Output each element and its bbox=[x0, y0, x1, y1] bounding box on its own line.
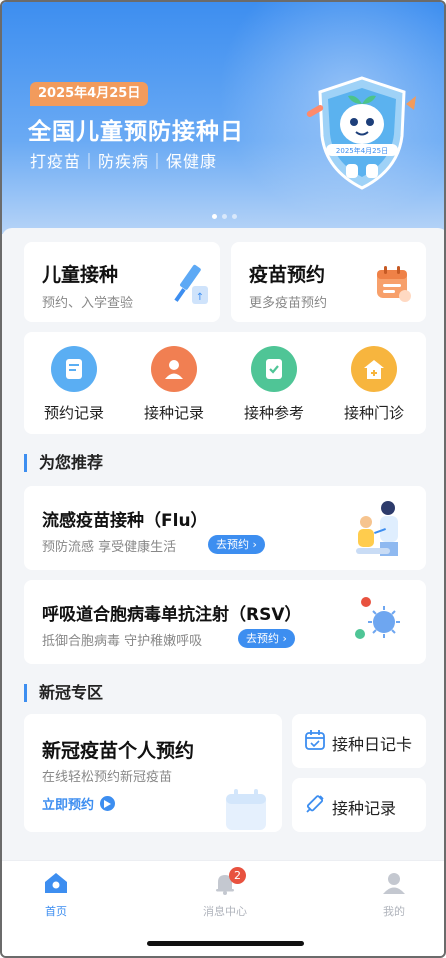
covid-vaccination-record-label: 接种记录 bbox=[332, 799, 397, 818]
syringe-outline-icon bbox=[306, 795, 324, 813]
covid-vaccination-record-card[interactable]: 接种记录 bbox=[292, 778, 426, 832]
clinic-icon bbox=[351, 346, 397, 392]
grid-item-vaccination-records[interactable]: 接种记录 bbox=[124, 346, 224, 426]
promo-banner[interactable]: 2025年4月25日 全国儿童预防接种日 打疫苗｜防疾病｜保健康 2025年4月… bbox=[2, 2, 444, 234]
rsv-title: 呼吸道合胞病毒单抗注射（RSV） bbox=[42, 605, 302, 625]
grid-label: 接种门诊 bbox=[343, 404, 404, 422]
tab-home[interactable]: 首页 bbox=[16, 871, 96, 919]
doctor-child-illustration bbox=[356, 501, 398, 556]
home-indicator[interactable] bbox=[147, 941, 304, 946]
play-icon bbox=[100, 796, 116, 811]
rsv-book-button[interactable]: 去预约 › bbox=[238, 629, 295, 648]
vaccine-appointment-subtitle: 更多疫苗预约 bbox=[249, 296, 328, 311]
syringe-icon: ↑ bbox=[174, 264, 208, 304]
tab-messages-label: 消息中心 bbox=[203, 905, 247, 918]
tab-mine-label: 我的 bbox=[383, 905, 405, 918]
flu-title: 流感疫苗接种（Flu） bbox=[42, 511, 208, 531]
vaccine-appointment-card[interactable]: 疫苗预约 更多疫苗预约 bbox=[231, 242, 426, 322]
flu-subtitle: 预防流感 享受健康生活 bbox=[42, 540, 177, 555]
banner-dot bbox=[232, 214, 237, 219]
covid-section-title: 新冠专区 bbox=[24, 684, 103, 702]
covid-book-link[interactable]: 立即预约 bbox=[42, 794, 116, 813]
tab-mine[interactable]: 我的 bbox=[354, 871, 434, 919]
recommend-section-title: 为您推荐 bbox=[24, 454, 103, 472]
covid-appointment-title: 新冠疫苗个人预约 bbox=[42, 740, 195, 762]
vaccination-diary-label: 接种日记卡 bbox=[332, 735, 413, 754]
vaccine-mascot-illustration: 2025年4月25日 bbox=[306, 76, 416, 190]
calendar-icon bbox=[377, 266, 411, 302]
tab-home-label: 首页 bbox=[45, 905, 67, 918]
covid-book-link-label: 立即预约 bbox=[42, 798, 95, 813]
diary-calendar-icon bbox=[305, 730, 325, 750]
person-icon bbox=[151, 346, 197, 392]
vaccination-diary-card[interactable]: 接种日记卡 bbox=[292, 714, 426, 768]
grid-label: 预约记录 bbox=[43, 404, 104, 422]
app-frame: 2025年4月25日 全国儿童预防接种日 打疫苗｜防疾病｜保健康 2025年4月… bbox=[0, 0, 446, 958]
profile-icon bbox=[383, 873, 405, 894]
child-vaccination-title: 儿童接种 bbox=[42, 264, 119, 286]
banner-title: 全国儿童预防接种日 bbox=[28, 119, 244, 145]
messages-badge: 2 bbox=[229, 867, 246, 884]
banner-subtitle: 打疫苗｜防疾病｜保健康 bbox=[30, 152, 218, 171]
virus-illustration bbox=[355, 597, 400, 639]
grid-item-vaccination-reference[interactable]: 接种参考 bbox=[224, 346, 324, 426]
grid-label: 接种记录 bbox=[143, 404, 204, 422]
tab-messages[interactable]: 2 消息中心 bbox=[185, 867, 265, 919]
checklist-icon bbox=[251, 346, 297, 392]
covid-appointment-card[interactable]: 新冠疫苗个人预约 在线轻松预约新冠疫苗 立即预约 bbox=[24, 714, 282, 832]
flu-book-button[interactable]: 去预约 › bbox=[208, 535, 265, 554]
vaccine-appointment-title: 疫苗预约 bbox=[249, 264, 326, 286]
content-area: 儿童接种 预约、入学查验 ↑ 疫苗预约 更多疫苗预约 预约记录 接种记录 接种参… bbox=[2, 228, 444, 860]
grid-item-appointment-records[interactable]: 预约记录 bbox=[24, 346, 124, 426]
banner-pagination bbox=[212, 214, 237, 219]
child-vaccination-subtitle: 预约、入学查验 bbox=[42, 296, 134, 311]
home-icon bbox=[45, 873, 67, 893]
child-vaccination-card[interactable]: 儿童接种 预约、入学查验 ↑ bbox=[24, 242, 220, 322]
grid-label: 接种参考 bbox=[243, 404, 304, 422]
grid-item-vaccination-clinic[interactable]: 接种门诊 bbox=[324, 346, 424, 426]
mascot-date-text: 2025年4月25日 bbox=[336, 146, 388, 155]
recommend-item-flu[interactable]: 流感疫苗接种（Flu） 预防流感 享受健康生活 去预约 › bbox=[24, 486, 426, 570]
calendar-watermark-icon bbox=[226, 789, 266, 830]
covid-appointment-subtitle: 在线轻松预约新冠疫苗 bbox=[42, 770, 173, 785]
recommend-item-rsv[interactable]: 呼吸道合胞病毒单抗注射（RSV） 抵御合胞病毒 守护稚嫩呼吸 去预约 › bbox=[24, 580, 426, 664]
document-icon bbox=[51, 346, 97, 392]
banner-dot bbox=[222, 214, 227, 219]
svg-text:↑: ↑ bbox=[196, 292, 204, 303]
function-grid: 预约记录 接种记录 接种参考 接种门诊 bbox=[24, 332, 426, 434]
banner-date: 2025年4月25日 bbox=[30, 82, 149, 106]
rsv-subtitle: 抵御合胞病毒 守护稚嫩呼吸 bbox=[42, 634, 203, 649]
banner-dot-active bbox=[212, 214, 217, 219]
